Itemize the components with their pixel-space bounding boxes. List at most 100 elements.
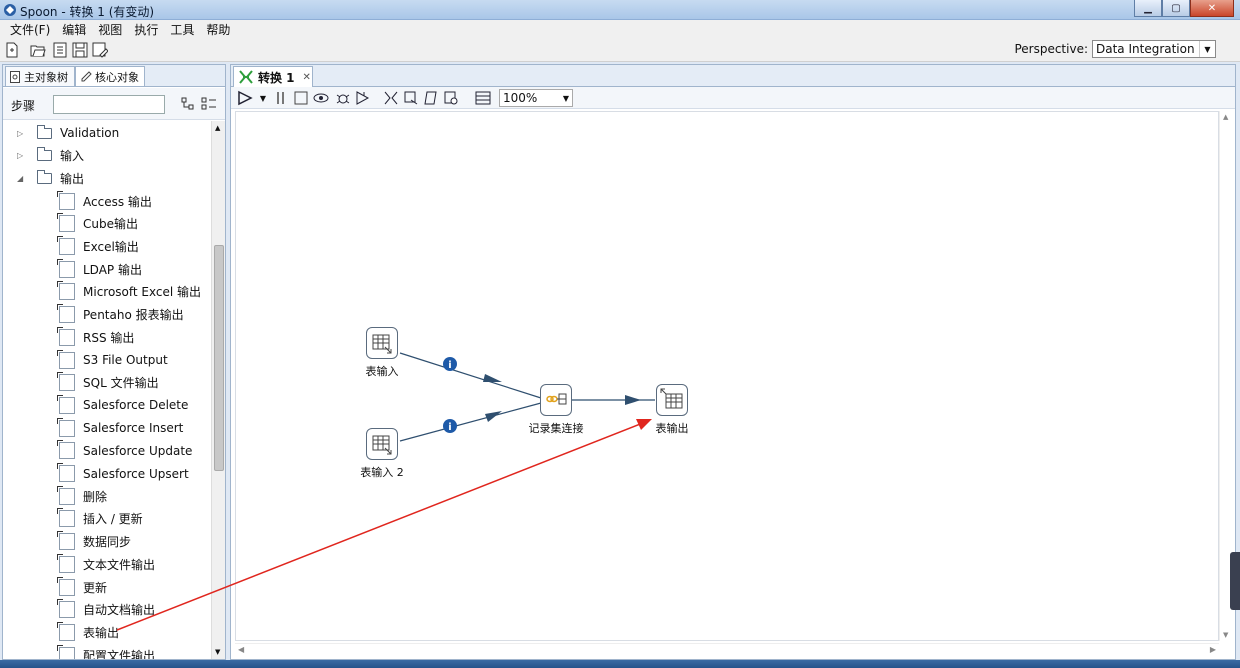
tree-step-item[interactable]: 自动文档输出 (57, 599, 155, 621)
tab-main-tree[interactable]: 主对象树 (5, 66, 75, 86)
tab-core-objects-label: 核心对象 (95, 70, 139, 84)
tree-step-item[interactable]: 删除 (57, 485, 107, 507)
save-as-icon[interactable] (92, 42, 108, 58)
tree-step-item[interactable]: SQL 文件输出 (57, 372, 159, 394)
scroll-up-icon[interactable]: ▲ (215, 124, 220, 132)
tab-core-objects[interactable]: 核心对象 (75, 66, 145, 86)
explore-icon[interactable] (52, 42, 68, 58)
hop-input1-to-join[interactable] (399, 352, 542, 399)
new-file-icon[interactable] (4, 42, 20, 58)
canvas-horizontal-scrollbar[interactable]: ◀ ▶ (235, 643, 1219, 657)
tree-step-item[interactable]: RSS 输出 (57, 326, 135, 348)
table-input-step-node[interactable] (366, 327, 398, 359)
tree-scroll-thumb[interactable] (214, 245, 224, 471)
tree-step-item[interactable]: 配置文件输出 (57, 644, 155, 659)
pentaho-report-icon (57, 304, 75, 324)
menu-help[interactable]: 帮助 (200, 21, 236, 38)
menu-tools[interactable]: 工具 (164, 21, 200, 38)
hop-join-to-output[interactable] (572, 395, 655, 405)
tree-step-item[interactable]: 插入 / 更新 (57, 508, 143, 530)
pause-icon[interactable] (273, 90, 289, 106)
transformation-canvas[interactable]: i i 表输入 表输入 2 记录集连接 表输出 (235, 111, 1219, 641)
tree-folder[interactable]: ◢ 输出 (17, 167, 84, 189)
table-input-icon (372, 435, 392, 455)
tab-main-tree-label: 主对象树 (24, 70, 68, 84)
tree-folder[interactable]: ▷ 输入 (17, 145, 84, 167)
merge-join-step-node[interactable] (540, 384, 572, 416)
close-button[interactable]: ✕ (1190, 0, 1234, 17)
tree-item-label: Excel输出 (83, 240, 139, 254)
perspective-dropdown[interactable]: Data Integration ▼ (1092, 40, 1216, 58)
debug-icon[interactable] (335, 90, 351, 106)
scroll-left-icon[interactable]: ◀ (238, 645, 244, 654)
tab-transformation-1[interactable]: 转换 1 ✕ (233, 66, 313, 87)
run-icon[interactable] (237, 90, 253, 106)
tree-step-item[interactable]: Salesforce Upsert (57, 463, 189, 485)
tree-step-item[interactable]: 文本文件输出 (57, 553, 155, 575)
stop-icon[interactable] (293, 90, 309, 106)
delete-step-icon (57, 485, 75, 505)
table-input-2-step-node[interactable] (366, 428, 398, 460)
menu-view[interactable]: 视图 (92, 21, 128, 38)
steps-search-input[interactable] (53, 95, 165, 114)
show-results-icon[interactable] (475, 90, 491, 106)
sql-icon[interactable] (423, 90, 439, 106)
explore-db-icon[interactable] (443, 90, 459, 106)
minimize-button[interactable]: ▁ (1134, 0, 1162, 17)
tree-step-item[interactable]: 更新 (57, 576, 107, 598)
table-output-label: 表输出 (655, 422, 689, 435)
verify-icon[interactable] (383, 90, 399, 106)
zoom-dropdown[interactable]: 100% ▼ (499, 89, 573, 107)
collapse-all-icon[interactable] (201, 97, 217, 111)
scroll-up-icon[interactable]: ▲ (1223, 113, 1228, 121)
table-input-2-label: 表输入 2 (360, 466, 404, 479)
tree-step-item[interactable]: Salesforce Insert (57, 417, 183, 439)
tree-step-item[interactable]: Access 输出 (57, 190, 152, 212)
tree-item-label: Validation (60, 126, 120, 140)
tree-step-item[interactable]: 表输出 (57, 621, 120, 643)
tree-item-label: 数据同步 (83, 535, 132, 550)
tree-step-item[interactable]: Microsoft Excel 输出 (57, 281, 201, 303)
auto-doc-icon (57, 599, 75, 619)
tree-step-item[interactable]: LDAP 输出 (57, 258, 142, 280)
tree-step-item[interactable]: Salesforce Update (57, 440, 192, 462)
tree-item-label: 表输出 (83, 625, 120, 640)
tree-step-item[interactable]: Salesforce Delete (57, 394, 188, 416)
tree-step-item[interactable]: 数据同步 (57, 531, 132, 553)
tree-scrollbar[interactable]: ▲ ▼ (211, 121, 225, 659)
scroll-down-icon[interactable]: ▼ (215, 648, 220, 656)
replay-icon[interactable] (355, 90, 371, 106)
spoon-window: Spoon - 转换 1 (有变动) ▁ ▢ ✕ 文件(F) 编辑 视图 执行 … (0, 0, 1240, 668)
editor-toolbar: ▼ 100% ▼ (231, 87, 1235, 109)
table-output-step-node[interactable] (656, 384, 688, 416)
save-icon[interactable] (72, 42, 88, 58)
side-panel-grip[interactable] (1230, 552, 1240, 610)
maximize-button[interactable]: ▢ (1162, 0, 1190, 17)
open-icon[interactable] (30, 42, 46, 58)
tree-step-item[interactable]: Cube输出 (57, 213, 138, 235)
ms-excel-output-icon (57, 281, 75, 301)
collapse-arrow-icon[interactable]: ◢ (17, 174, 29, 183)
impact-icon[interactable] (403, 90, 419, 106)
menu-run[interactable]: 执行 (128, 21, 164, 38)
tree-item-label: RSS 输出 (83, 330, 135, 345)
run-options-chevron-icon[interactable]: ▼ (255, 90, 271, 106)
tab-close-icon[interactable]: ✕ (303, 72, 311, 83)
expand-arrow-icon[interactable]: ▷ (17, 129, 29, 138)
preview-icon[interactable] (313, 90, 329, 106)
menu-edit[interactable]: 编辑 (56, 21, 92, 38)
info-icon[interactable]: i (443, 419, 457, 433)
tree-step-item[interactable]: Pentaho 报表输出 (57, 304, 184, 326)
folder-icon (37, 147, 52, 162)
tree-step-item[interactable]: S3 File Output (57, 349, 168, 371)
tree-folder[interactable]: ▷ Validation (17, 122, 119, 144)
expand-all-icon[interactable] (181, 97, 195, 111)
scroll-down-icon[interactable]: ▼ (1223, 631, 1228, 639)
hop-input2-to-join[interactable] (399, 402, 542, 442)
expand-arrow-icon[interactable]: ▷ (17, 151, 29, 160)
menu-file[interactable]: 文件(F) (4, 21, 56, 38)
tree-step-item[interactable]: Excel输出 (57, 236, 139, 258)
info-icon[interactable]: i (443, 357, 457, 371)
tree-item-label: Salesforce Upsert (83, 466, 189, 481)
scroll-right-icon[interactable]: ▶ (1210, 645, 1216, 654)
